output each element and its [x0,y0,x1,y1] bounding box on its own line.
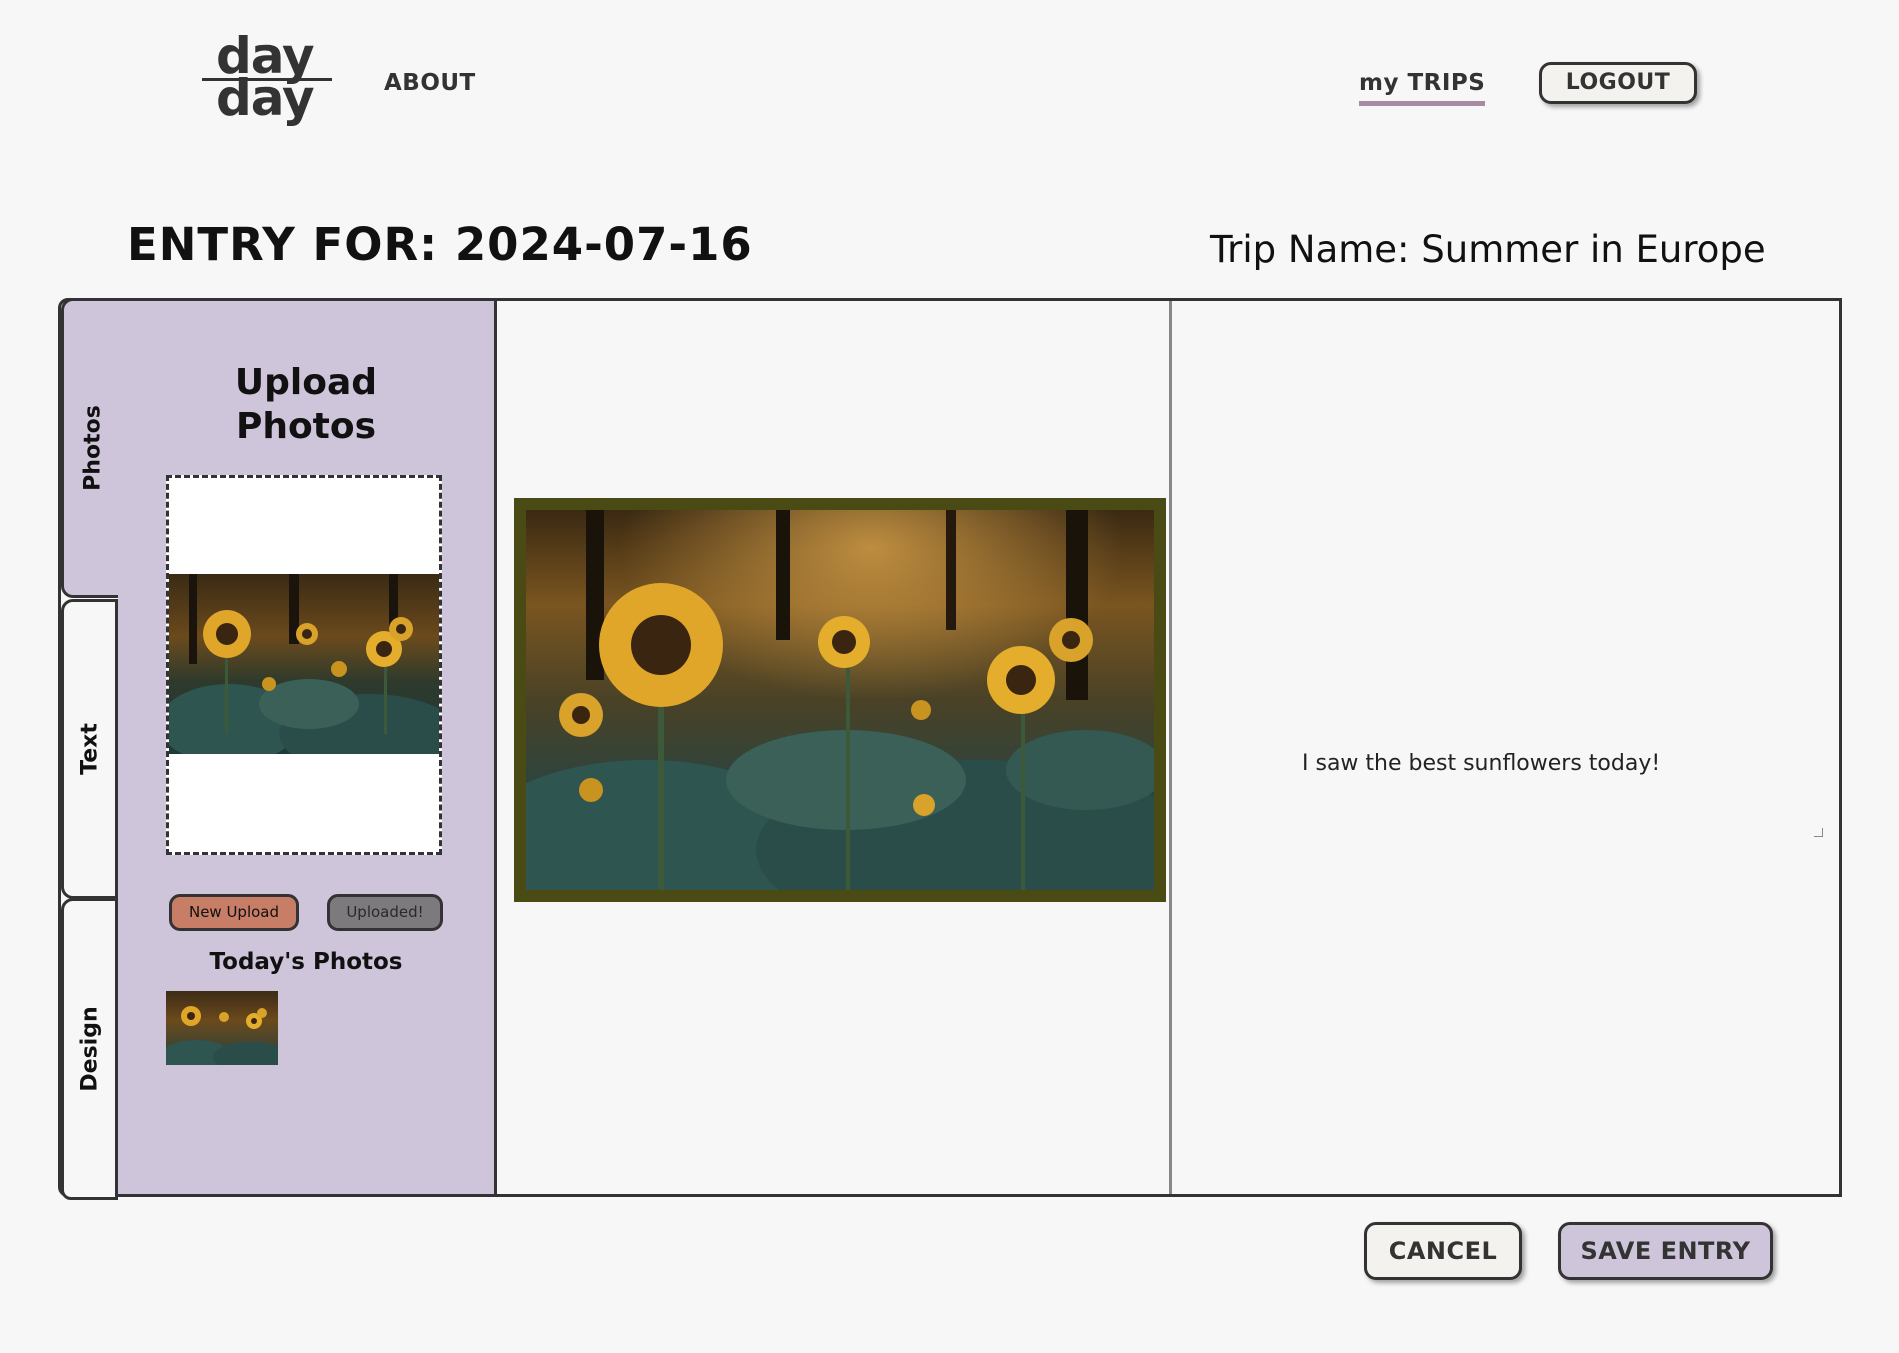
upload-title-line1: Upload [234,362,378,403]
photos-panel: Upload Photos New Upload Uploaded! Today… [118,301,497,1194]
page-title: ENTRY FOR: 2024-07-16 [127,218,753,271]
uploaded-photo-preview [169,574,439,754]
tab-label: Design [77,1006,102,1092]
upload-title-line2: Photos [235,406,377,447]
resize-handle-icon[interactable] [1814,828,1823,837]
sunflower-photo [526,510,1154,890]
cancel-button[interactable]: CANCEL [1364,1222,1522,1280]
logo-line2: day [216,69,315,127]
entry-text[interactable]: I saw the best sunflowers today! [1302,751,1660,776]
tab-photos[interactable]: Photos [61,298,121,598]
tab-design[interactable]: Design [61,898,118,1200]
uploaded-button[interactable]: Uploaded! [327,894,443,931]
todays-photo-thumbnail[interactable] [166,991,278,1065]
save-entry-button[interactable]: SAVE ENTRY [1558,1222,1773,1280]
entry-canvas[interactable] [497,301,1172,1194]
nav-my-trips-link[interactable]: my TRIPS [1359,70,1486,106]
todays-photos-title: Today's Photos [209,949,403,975]
logout-button[interactable]: LOGOUT [1539,62,1697,104]
trip-name: Trip Name: Summer in Europe [1210,228,1766,271]
upload-photos-title: Upload Photos [118,361,494,449]
new-upload-button[interactable]: New Upload [169,894,299,931]
entry-editor: Photos Text Design Upload Photos New Upl… [58,298,1842,1200]
tab-label: Text [77,723,102,775]
editor-tabs: Photos Text Design [61,298,121,1200]
tab-text[interactable]: Text [61,599,118,899]
entry-text-area[interactable]: I saw the best sunflowers today! [1172,301,1839,1194]
photo-dropzone[interactable] [166,475,442,855]
tab-label: Photos [80,405,105,491]
canvas-photo[interactable] [514,498,1166,902]
logo[interactable]: day day [202,31,332,127]
nav-about-link[interactable]: ABOUT [384,70,476,96]
